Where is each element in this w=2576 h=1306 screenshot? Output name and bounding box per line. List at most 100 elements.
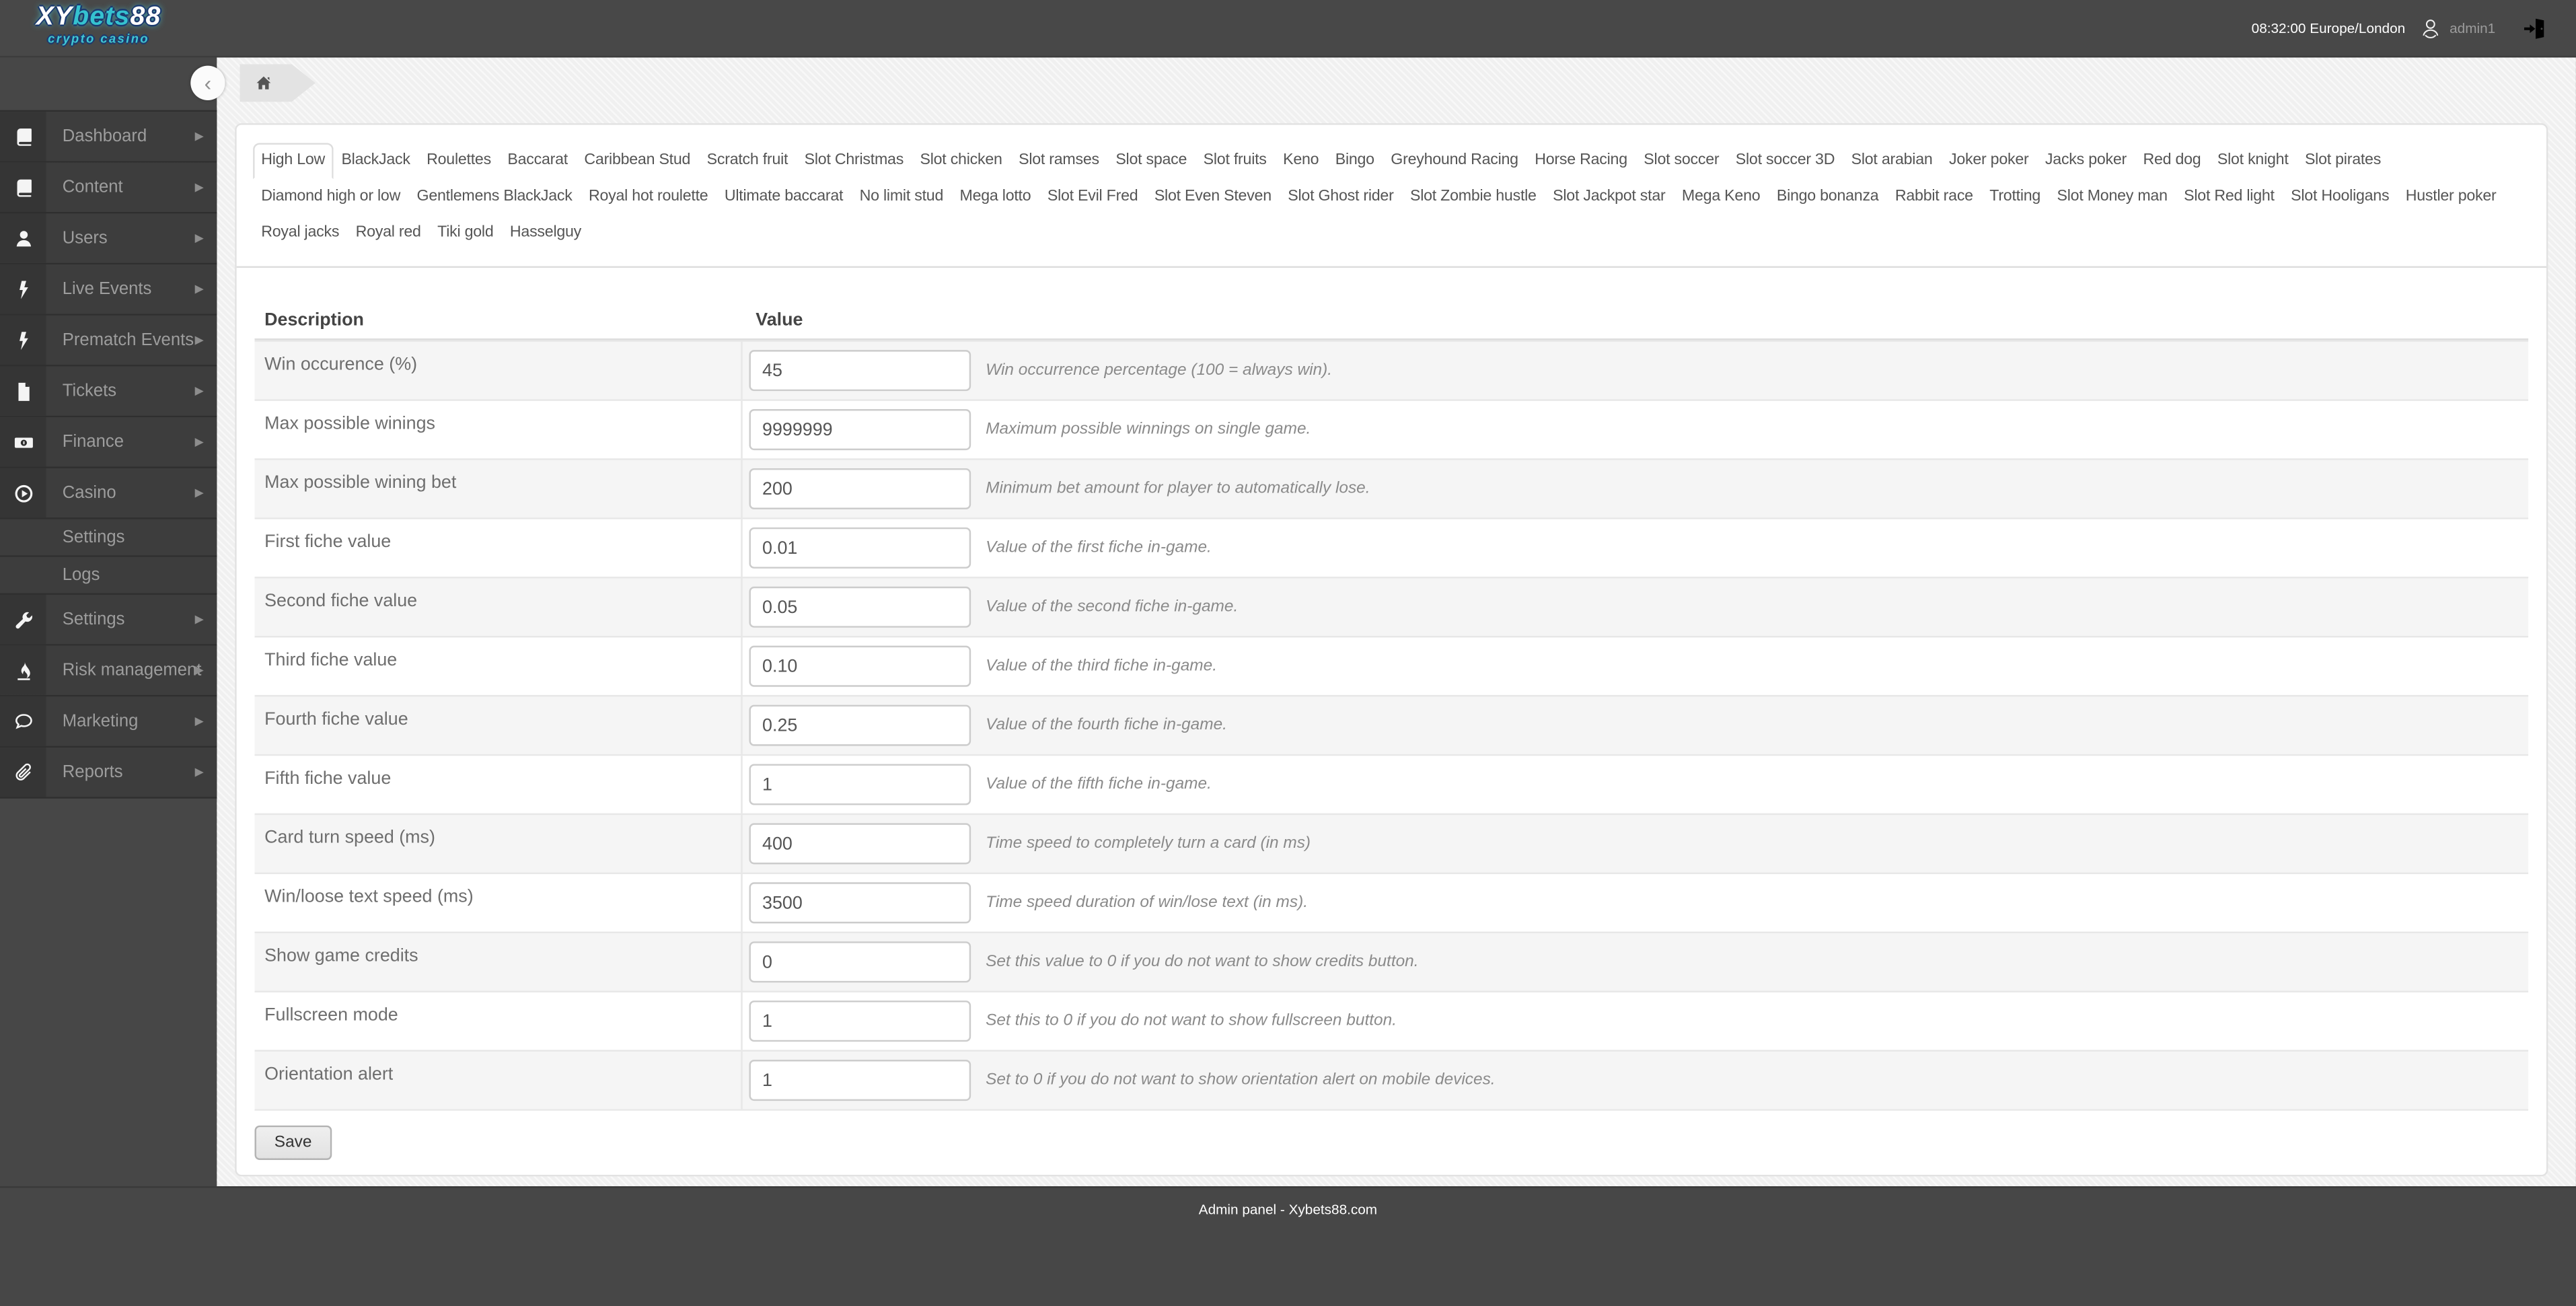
sidebar-subitem-settings[interactable]: Settings xyxy=(0,519,217,557)
input-show-game-credits[interactable] xyxy=(749,941,971,983)
input-fifth-fiche-value[interactable] xyxy=(749,764,971,805)
tab-slot-space[interactable]: Slot space xyxy=(1107,143,1195,179)
input-orientation-alert[interactable] xyxy=(749,1060,971,1101)
setting-hint: Time speed to completely turn a card (in… xyxy=(986,834,1311,853)
tab-slot-ramses[interactable]: Slot ramses xyxy=(1010,143,1107,179)
tab-trotting[interactable]: Trotting xyxy=(1981,179,2049,215)
sidebar-item-users[interactable]: Users ▶ xyxy=(0,213,217,265)
username[interactable]: admin1 xyxy=(2450,20,2495,36)
tab-royal-hot-roulette[interactable]: Royal hot roulette xyxy=(581,179,716,215)
sidebar-item-marketing[interactable]: Marketing ▶ xyxy=(0,696,217,748)
tab-royal-red[interactable]: Royal red xyxy=(347,215,429,252)
tab-royal-jacks[interactable]: Royal jacks xyxy=(253,215,347,252)
footer-text: Admin panel - Xybets88.com xyxy=(1198,1201,1378,1218)
sidebar-collapse-button[interactable]: ‹ xyxy=(190,65,225,100)
tab-hustler-poker[interactable]: Hustler poker xyxy=(2398,179,2505,215)
chevron-left-icon: ‹ xyxy=(204,71,212,96)
input-second-fiche-value[interactable] xyxy=(749,586,971,628)
sidebar-item-risk-management[interactable]: Risk management ▶ xyxy=(0,645,217,697)
brand-logo[interactable]: XYbets88 crypto casino xyxy=(36,4,161,45)
tab-horse-racing[interactable]: Horse Racing xyxy=(1526,143,1635,179)
table-row: Fifth fiche value Value of the fifth fich… xyxy=(254,754,2529,813)
tab-slot-christmas[interactable]: Slot Christmas xyxy=(796,143,912,179)
input-fullscreen-mode[interactable] xyxy=(749,1001,971,1042)
tab-slot-jackpot-star[interactable]: Slot Jackpot star xyxy=(1545,179,1674,215)
tab-rabbit-race[interactable]: Rabbit race xyxy=(1887,179,1981,215)
input-max-possible-wining-bet[interactable] xyxy=(749,468,971,509)
tab-diamond-high-or-low[interactable]: Diamond high or low xyxy=(253,179,408,215)
tab-no-limit-stud[interactable]: No limit stud xyxy=(851,179,951,215)
tab-hasselguy[interactable]: Hasselguy xyxy=(502,215,590,252)
sidebar-item-casino[interactable]: Casino ▶ xyxy=(0,468,217,519)
chevron-right-icon: ▶ xyxy=(194,131,204,143)
tab-slot-ghost-rider[interactable]: Slot Ghost rider xyxy=(1280,179,1402,215)
tab-roulettes[interactable]: Roulettes xyxy=(418,143,499,179)
sidebar-item-label: Marketing xyxy=(62,711,139,731)
clock-text: 08:32:00 Europe/London xyxy=(2251,20,2406,36)
settings-table: Description Value Win occurence (%)Win o… xyxy=(254,301,2529,1111)
tab-slot-chicken[interactable]: Slot chicken xyxy=(912,143,1010,179)
tab-caribbean-stud[interactable]: Caribbean Stud xyxy=(576,143,698,179)
sidebar-item-reports[interactable]: Reports ▶ xyxy=(0,748,217,799)
tab-slot-soccer-3d[interactable]: Slot soccer 3D xyxy=(1728,143,1843,179)
tab-jacks-poker[interactable]: Jacks poker xyxy=(2037,143,2135,179)
tab-high-low[interactable]: High Low xyxy=(253,143,334,180)
sidebar-item-finance[interactable]: Finance ▶ xyxy=(0,417,217,468)
tab-joker-poker[interactable]: Joker poker xyxy=(1941,143,2037,179)
tab-slot-zombie-hustle[interactable]: Slot Zombie hustle xyxy=(1402,179,1545,215)
tab-slot-knight[interactable]: Slot knight xyxy=(2209,143,2297,179)
tab-slot-hooligans[interactable]: Slot Hooligans xyxy=(2283,179,2398,215)
tab-slot-even-steven[interactable]: Slot Even Steven xyxy=(1146,179,1280,215)
tab-scratch-fruit[interactable]: Scratch fruit xyxy=(698,143,796,179)
input-win-occurence[interactable] xyxy=(749,350,971,392)
input-third-fiche-value[interactable] xyxy=(749,645,971,687)
play-icon xyxy=(0,482,46,504)
chevron-right-icon: ▶ xyxy=(194,283,204,295)
tab-slot-arabian[interactable]: Slot arabian xyxy=(1843,143,1940,179)
logout-icon[interactable] xyxy=(2522,15,2546,40)
tab-mega-keno[interactable]: Mega Keno xyxy=(1674,179,1769,215)
input-first-fiche-value[interactable] xyxy=(749,527,971,569)
tab-slot-pirates[interactable]: Slot pirates xyxy=(2297,143,2390,179)
setting-hint: Value of the second fiche in-game. xyxy=(986,597,1239,616)
sidebar-subitem-label: Settings xyxy=(62,527,125,548)
table-row: First fiche value Value of the first fich… xyxy=(254,517,2529,577)
sidebar-subitem-logs[interactable]: Logs xyxy=(0,556,217,595)
sidebar-item-tickets[interactable]: Tickets ▶ xyxy=(0,366,217,418)
tab-mega-lotto[interactable]: Mega lotto xyxy=(951,179,1039,215)
tab-slot-red-light[interactable]: Slot Red light xyxy=(2176,179,2283,215)
sidebar-item-settings[interactable]: Settings ▶ xyxy=(0,594,217,646)
tab-slot-soccer[interactable]: Slot soccer xyxy=(1635,143,1727,179)
input-card-turn-speed-ms[interactable] xyxy=(749,823,971,865)
tab-keno[interactable]: Keno xyxy=(1275,143,1327,179)
sidebar-item-prematch-events[interactable]: Prematch Events ▶ xyxy=(0,315,217,367)
tab-tiki-gold[interactable]: Tiki gold xyxy=(429,215,502,252)
tab-gentlemens-blackjack[interactable]: Gentlemens BlackJack xyxy=(408,179,580,215)
topbar: XYbets88 crypto casino 08:32:00 Europe/L… xyxy=(0,0,2576,58)
save-button[interactable]: Save xyxy=(254,1125,332,1160)
setting-value-cell: Set to 0 if you do not want to show orie… xyxy=(743,1052,2528,1109)
tab-baccarat[interactable]: Baccarat xyxy=(499,143,576,179)
sidebar-item-content[interactable]: Content ▶ xyxy=(0,162,217,214)
tab-ultimate-baccarat[interactable]: Ultimate baccarat xyxy=(716,179,852,215)
tab-greyhound-racing[interactable]: Greyhound Racing xyxy=(1383,143,1526,179)
input-fourth-fiche-value[interactable] xyxy=(749,704,971,746)
tab-blackjack[interactable]: BlackJack xyxy=(333,143,418,179)
sidebar-item-label: Settings xyxy=(62,609,125,630)
user-avatar-icon[interactable] xyxy=(2419,15,2443,40)
tab-slot-fruits[interactable]: Slot fruits xyxy=(1195,143,1274,179)
tab-slot-money-man[interactable]: Slot Money man xyxy=(2049,179,2176,215)
tab-red-dog[interactable]: Red dog xyxy=(2135,143,2209,179)
tab-bingo-bonanza[interactable]: Bingo bonanza xyxy=(1769,179,1887,215)
table-row: Max possible wining bet Minimum bet amoun… xyxy=(254,458,2529,518)
setting-description: Fourth fiche value xyxy=(254,696,743,754)
footer: Admin panel - Xybets88.com xyxy=(0,1186,2576,1306)
input-max-possible-winings[interactable] xyxy=(749,409,971,451)
tab-bingo[interactable]: Bingo xyxy=(1327,143,1383,179)
sidebar-item-live-events[interactable]: Live Events ▶ xyxy=(0,264,217,316)
setting-value-cell: Win occurrence percentage (100 = always … xyxy=(743,342,2528,399)
input-win-loose-text-speed-ms[interactable] xyxy=(749,882,971,924)
setting-value-cell: Value of the third fiche in-game. xyxy=(743,637,2528,694)
tab-slot-evil-fred[interactable]: Slot Evil Fred xyxy=(1039,179,1146,215)
sidebar-item-dashboard[interactable]: Dashboard ▶ xyxy=(0,112,217,163)
